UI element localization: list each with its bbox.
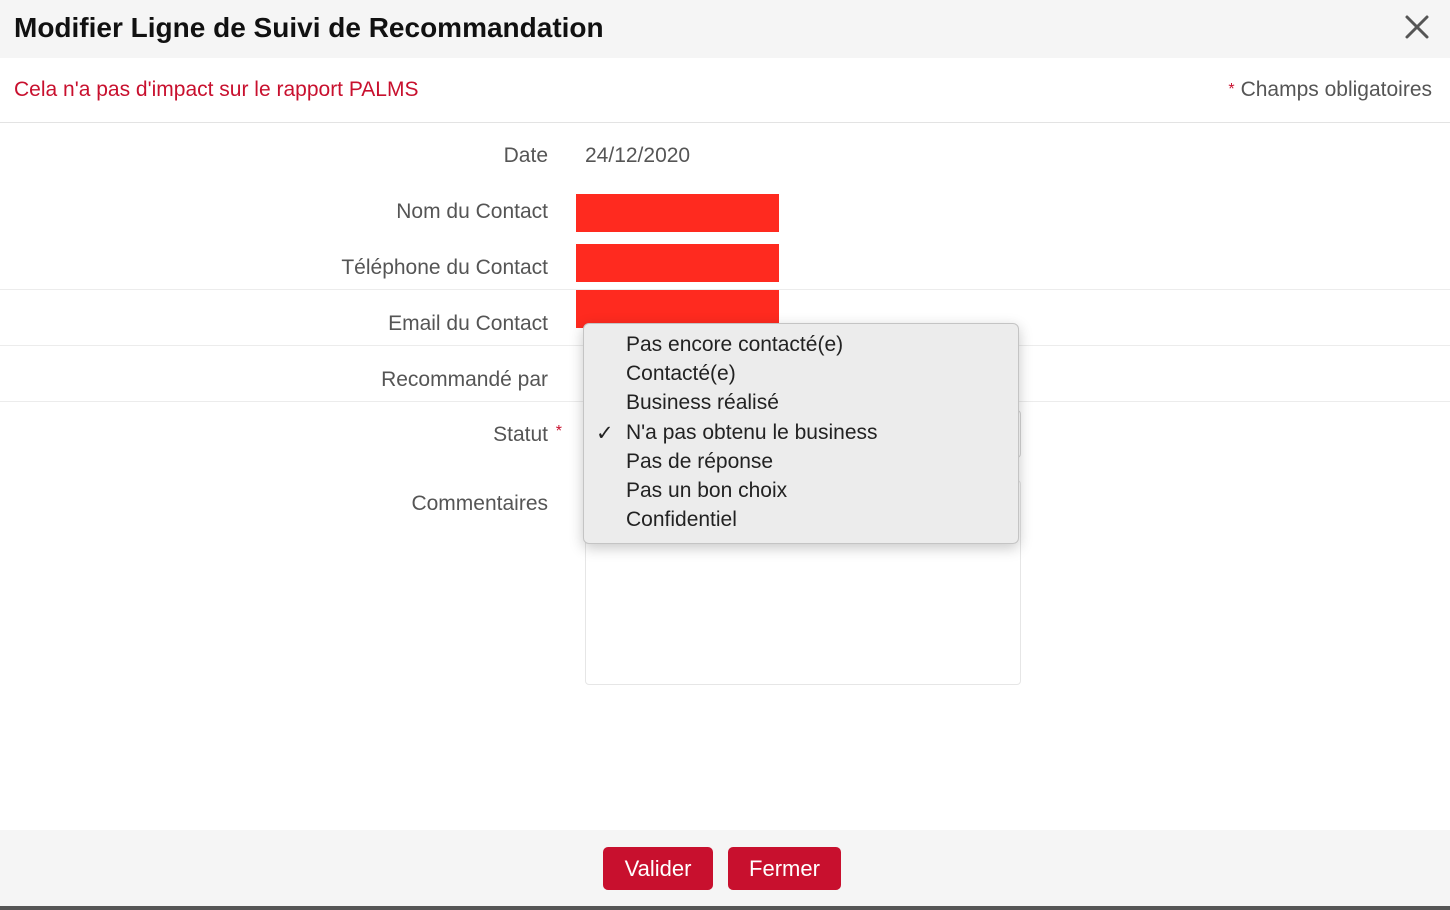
dialog-header: Modifier Ligne de Suivi de Recommandatio… bbox=[0, 0, 1450, 58]
edit-referral-dialog: Modifier Ligne de Suivi de Recommandatio… bbox=[0, 0, 1450, 910]
referred-by-label: Recommandé par bbox=[381, 368, 548, 391]
dialog-title: Modifier Ligne de Suivi de Recommandatio… bbox=[14, 12, 604, 43]
contact-phone-label: Téléphone du Contact bbox=[341, 256, 548, 279]
dialog-footer: Valider Fermer bbox=[0, 830, 1450, 906]
dialog-subheader: Cela n'a pas d'impact sur le rapport PAL… bbox=[0, 58, 1450, 123]
contact-phone-redacted bbox=[576, 244, 779, 282]
status-required-star: * bbox=[555, 423, 562, 440]
required-fields-note: * Champs obligatoires bbox=[1228, 78, 1432, 102]
status-label-text: Statut bbox=[493, 423, 548, 446]
status-label: Statut * bbox=[493, 423, 562, 447]
date-value: 24/12/2020 bbox=[585, 144, 691, 167]
status-dropdown-list: Pas encore contacté(e) Contacté(e) Busin… bbox=[583, 323, 1019, 544]
status-option[interactable]: Contacté(e) bbox=[626, 362, 736, 386]
contact-email-label: Email du Contact bbox=[388, 312, 548, 335]
status-option[interactable]: Confidentiel bbox=[626, 508, 737, 532]
status-option[interactable]: Pas de réponse bbox=[626, 450, 773, 474]
date-label: Date bbox=[503, 144, 548, 167]
checkmark-icon: ✓ bbox=[596, 422, 614, 445]
close-dialog-button[interactable]: Fermer bbox=[728, 847, 841, 890]
status-option-selected[interactable]: N'a pas obtenu le business bbox=[626, 421, 878, 445]
close-icon bbox=[1405, 15, 1429, 39]
required-fields-text: Champs obligatoires bbox=[1240, 78, 1432, 101]
status-option[interactable]: Business réalisé bbox=[626, 391, 779, 415]
comments-label: Commentaires bbox=[411, 492, 548, 515]
palms-notice: Cela n'a pas d'impact sur le rapport PAL… bbox=[14, 78, 419, 101]
contact-name-label: Nom du Contact bbox=[396, 200, 548, 223]
footer-edge bbox=[0, 906, 1450, 910]
submit-button[interactable]: Valider bbox=[603, 847, 713, 890]
contact-name-redacted bbox=[576, 194, 779, 232]
close-button[interactable] bbox=[1402, 12, 1432, 42]
status-option[interactable]: Pas encore contacté(e) bbox=[626, 333, 843, 357]
status-option[interactable]: Pas un bon choix bbox=[626, 479, 787, 503]
required-star: * bbox=[1228, 81, 1235, 98]
